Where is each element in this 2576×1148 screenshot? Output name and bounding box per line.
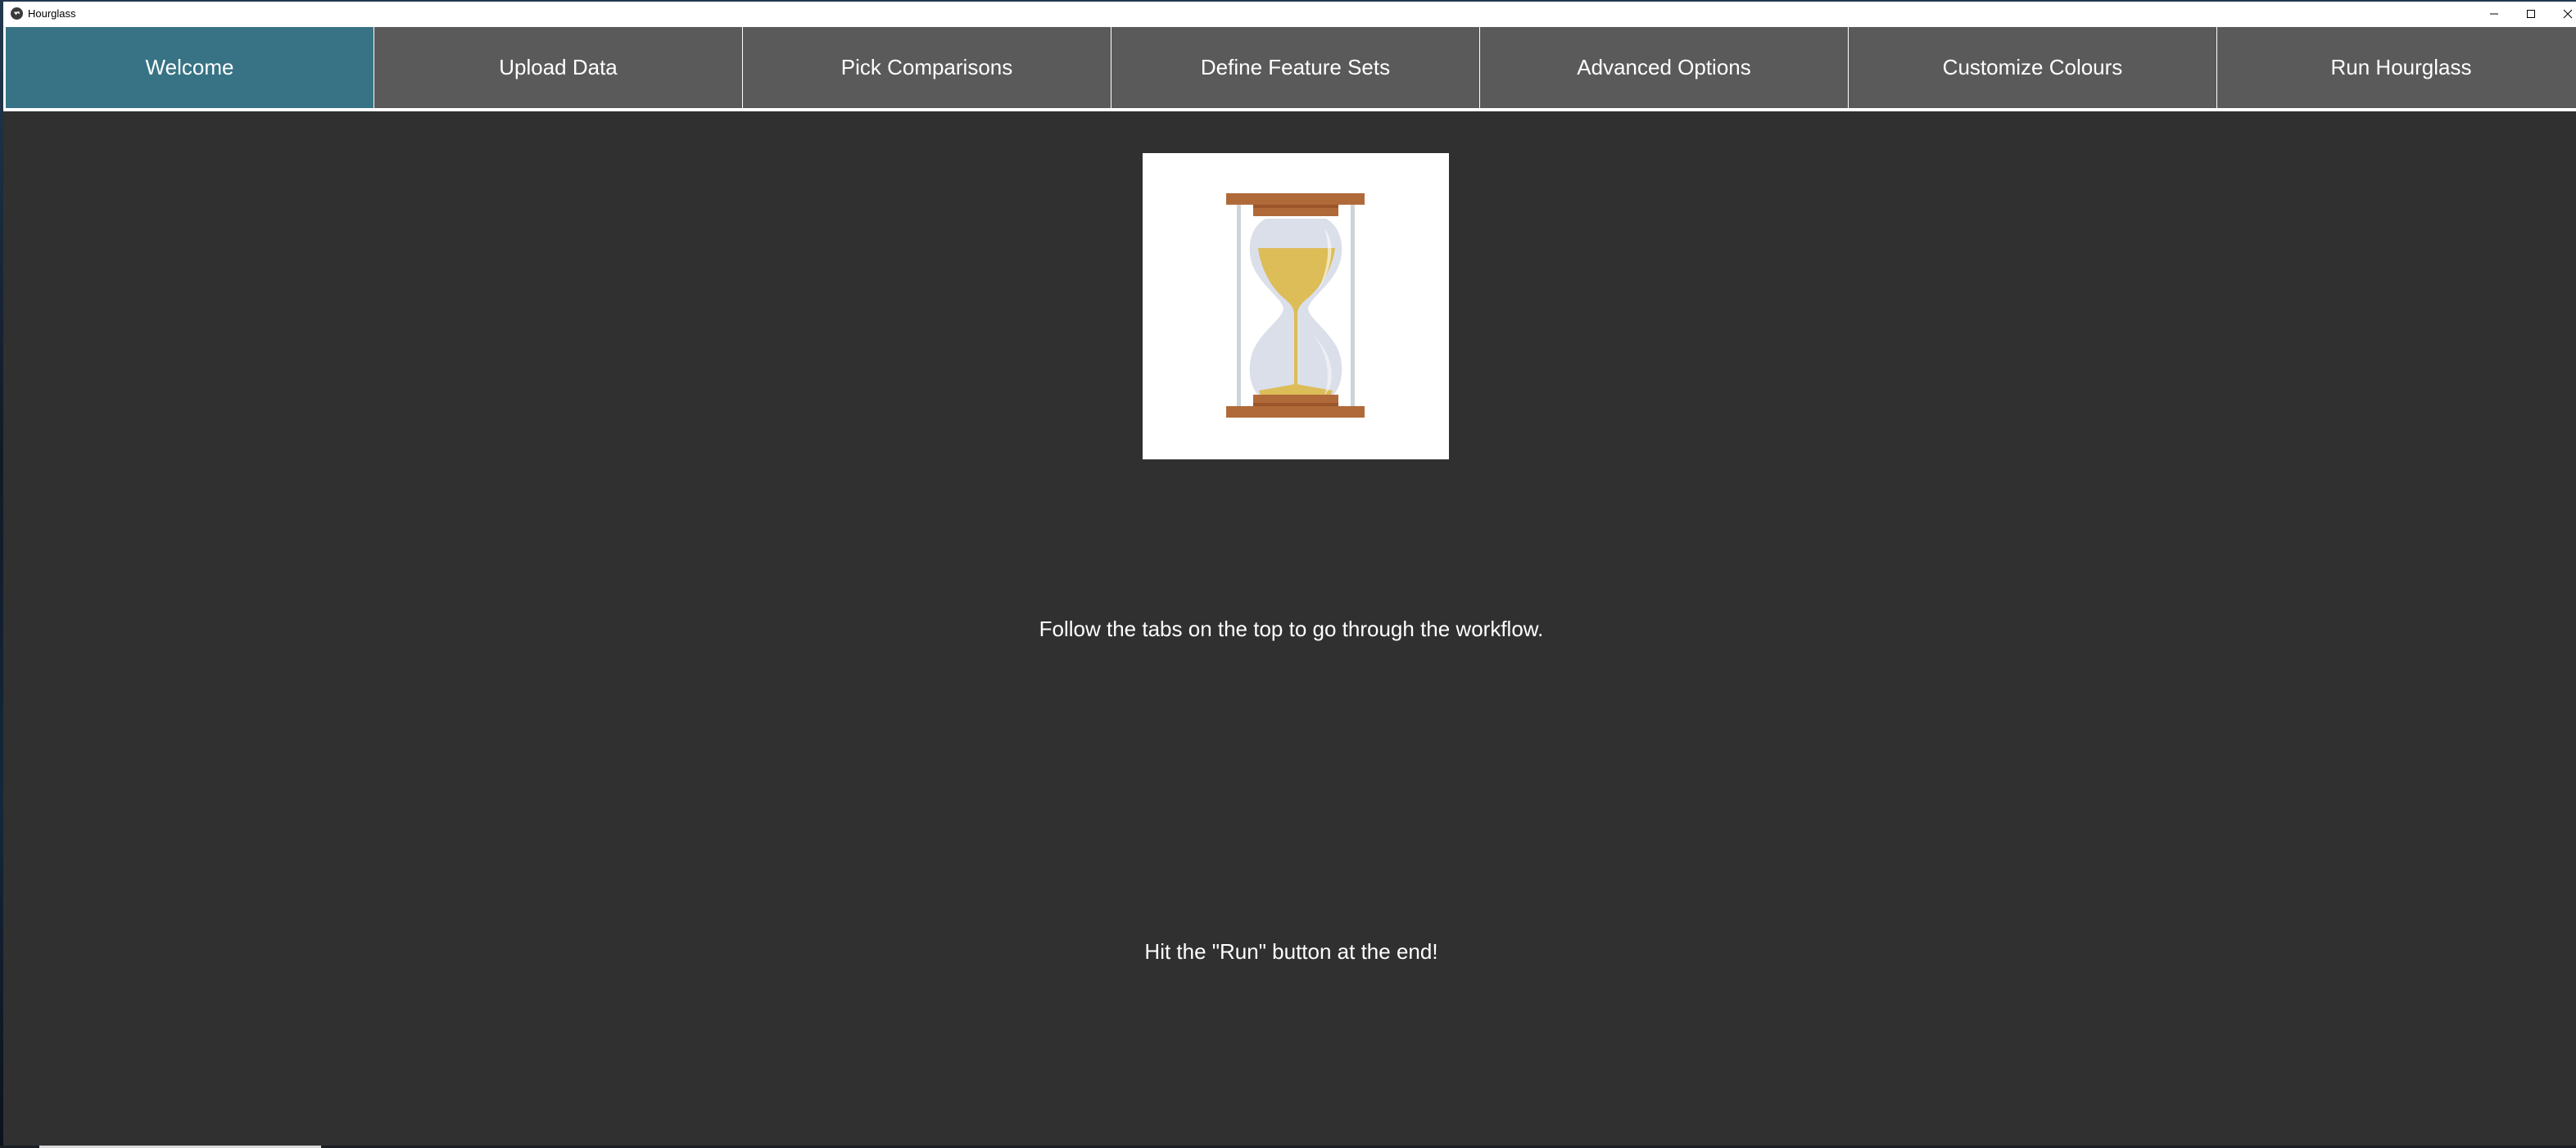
tab-label: Customize Colours — [1942, 55, 2123, 79]
hourglass-bottom-cap — [1226, 406, 1365, 418]
tab-label: Pick Comparisons — [840, 55, 1013, 79]
maximize-icon — [2527, 10, 2535, 18]
welcome-panel: Follow the tabs on the top to go through… — [3, 111, 2576, 1146]
tab-run-hourglass[interactable]: Run Hourglass — [2217, 27, 2576, 108]
hourglass-bottom-collar-shade — [1253, 403, 1338, 406]
hourglass-sand-stream — [1294, 309, 1297, 391]
hourglass-icon — [1226, 193, 1365, 418]
run-instruction: Hit the "Run" button at the end! — [1144, 939, 1438, 964]
tab-define-feature-sets[interactable]: Define Feature Sets — [1111, 27, 1479, 108]
minimize-button[interactable] — [2476, 2, 2512, 26]
tab-label: Upload Data — [499, 55, 618, 79]
tab-pick-comparisons[interactable]: Pick Comparisons — [743, 27, 1111, 108]
title-bar[interactable]: Hourglass — [3, 2, 2576, 26]
tab-label: Advanced Options — [1577, 55, 1751, 79]
tab-bar: Welcome Upload Data Pick Comparisons Def… — [6, 27, 2576, 108]
hourglass-top-cap — [1226, 193, 1365, 205]
tab-label: Define Feature Sets — [1200, 55, 1391, 79]
tab-bar-frame: Welcome Upload Data Pick Comparisons Def… — [3, 26, 2576, 111]
tab-customize-colours[interactable]: Customize Colours — [1849, 27, 2216, 108]
app-window: Hourglass Welcome Upload Data Pick Compa… — [3, 2, 2576, 1146]
tab-label: Welcome — [145, 55, 234, 79]
tab-label: Run Hourglass — [2330, 55, 2472, 79]
hourglass-post-left — [1237, 204, 1241, 409]
close-button[interactable] — [2550, 2, 2576, 26]
workflow-instruction: Follow the tabs on the top to go through… — [1039, 617, 1544, 641]
tab-advanced-options[interactable]: Advanced Options — [1480, 27, 1848, 108]
hourglass-image — [1143, 153, 1449, 459]
close-icon — [2563, 9, 2573, 19]
kivy-logo-icon — [11, 7, 23, 20]
hourglass-post-right — [1351, 204, 1355, 409]
window-title: Hourglass — [28, 7, 76, 20]
hourglass-top-collar-shade — [1253, 205, 1338, 208]
tab-upload-data[interactable]: Upload Data — [374, 27, 742, 108]
tab-welcome[interactable]: Welcome — [6, 27, 373, 108]
minimize-icon — [2490, 13, 2498, 15]
maximize-button[interactable] — [2513, 2, 2549, 26]
